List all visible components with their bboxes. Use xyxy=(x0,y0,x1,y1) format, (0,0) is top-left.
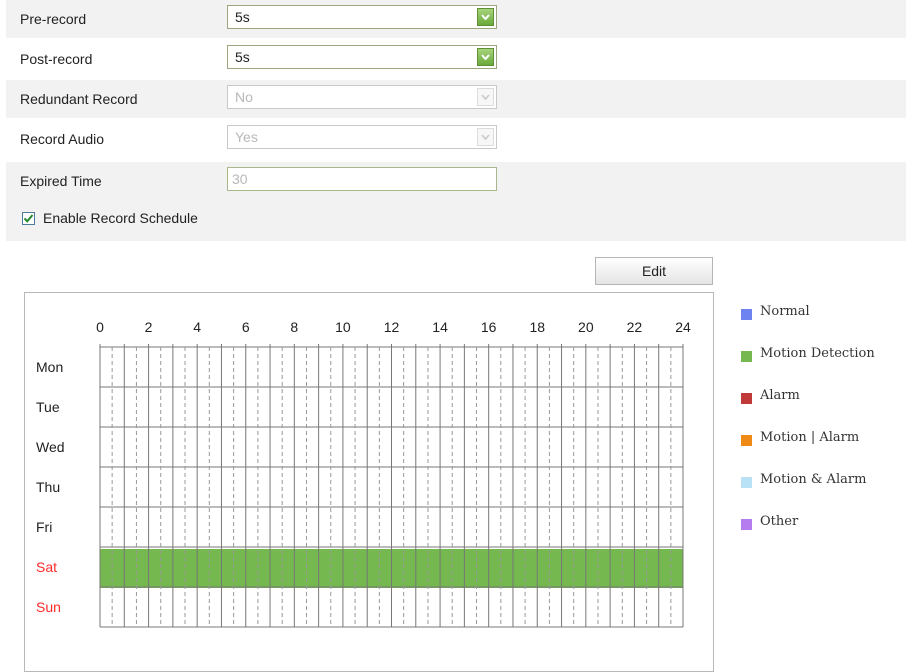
day-label-mon: Mon xyxy=(36,359,63,375)
motion-or-alarm-swatch xyxy=(741,435,752,446)
alarm-swatch xyxy=(741,393,752,404)
hour-tick-label: 22 xyxy=(627,319,643,335)
schedule-panel: 0 2 4 6 8 10 12 14 16 18 20 22 24 Mon Tue Wed Thu Fri Sat S… xyxy=(24,292,714,672)
day-label-sat: Sat xyxy=(36,559,57,575)
hour-tick-label: 10 xyxy=(335,319,351,335)
record-audio-row: Record Audio Yes xyxy=(6,120,906,158)
hour-tick-label: 0 xyxy=(96,319,104,335)
record-audio-label: Record Audio xyxy=(20,131,105,147)
redundant-record-row: Redundant Record No xyxy=(6,80,906,118)
legend-label: Other xyxy=(760,514,799,529)
motion-and-alarm-swatch xyxy=(741,477,752,488)
other-swatch xyxy=(741,519,752,530)
redundant-record-value: No xyxy=(235,89,253,105)
expired-time-label: Expired Time xyxy=(20,173,102,189)
day-label-sun: Sun xyxy=(36,599,61,615)
record-audio-select: Yes xyxy=(227,125,497,149)
pre-record-label: Pre-record xyxy=(20,11,87,27)
pre-record-row: Pre-record 5s xyxy=(6,0,906,38)
hour-tick-label: 20 xyxy=(578,319,594,335)
redundant-record-select: No xyxy=(227,85,497,109)
legend-label: Motion Detection xyxy=(760,346,875,361)
enable-schedule-label: Enable Record Schedule xyxy=(43,210,198,226)
legend-label: Motion & Alarm xyxy=(760,472,867,487)
chevron-down-icon xyxy=(477,128,494,146)
hour-tick-label: 18 xyxy=(529,319,545,335)
day-label-wed: Wed xyxy=(36,439,65,455)
hour-tick-label: 16 xyxy=(481,319,497,335)
schedule-grid[interactable]: 0 2 4 6 8 10 12 14 16 18 20 22 24MonTueWedThuFriSatS… xyxy=(25,293,713,667)
post-record-select[interactable]: 5s xyxy=(227,45,497,69)
hour-tick-label: 4 xyxy=(193,319,201,335)
normal-swatch xyxy=(741,309,752,320)
hour-tick-label: 14 xyxy=(432,319,448,335)
checkmark-icon xyxy=(23,214,34,223)
edit-button[interactable]: Edit xyxy=(595,257,713,285)
hour-tick-label: 6 xyxy=(242,319,250,335)
day-label-thu: Thu xyxy=(36,479,60,495)
expired-time-input: 30 xyxy=(227,167,497,191)
hour-tick-label: 8 xyxy=(290,319,298,335)
day-label-tue: Tue xyxy=(36,399,60,415)
enable-schedule-checkbox[interactable] xyxy=(22,212,35,225)
record-audio-value: Yes xyxy=(235,129,258,145)
post-record-value: 5s xyxy=(235,49,250,65)
post-record-label: Post-record xyxy=(20,51,93,67)
expired-time-row: Expired Time 30 xyxy=(6,162,906,200)
legend-label: Motion | Alarm xyxy=(760,430,860,445)
expired-time-value: 30 xyxy=(232,171,248,187)
legend-label: Alarm xyxy=(760,388,800,403)
chevron-down-icon[interactable] xyxy=(477,48,494,66)
hour-tick-label: 2 xyxy=(145,319,153,335)
pre-record-value: 5s xyxy=(235,9,250,25)
pre-record-select[interactable]: 5s xyxy=(227,5,497,29)
hour-tick-label: 12 xyxy=(384,319,400,335)
post-record-row: Post-record 5s xyxy=(6,40,906,78)
hour-tick-label: 24 xyxy=(675,319,691,335)
enable-schedule-row: Enable Record Schedule xyxy=(6,200,906,241)
motion-detection-swatch xyxy=(741,351,752,362)
redundant-record-label: Redundant Record xyxy=(20,91,138,107)
chevron-down-icon[interactable] xyxy=(477,8,494,26)
legend-label: Normal xyxy=(760,304,810,319)
day-label-fri: Fri xyxy=(36,519,52,535)
chevron-down-icon xyxy=(477,88,494,106)
